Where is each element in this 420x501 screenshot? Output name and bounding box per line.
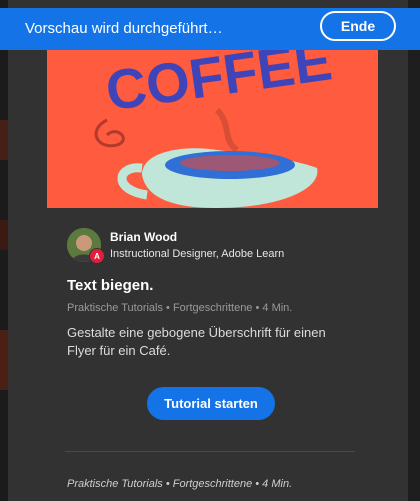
coffee-illustration: COFFEE: [47, 50, 378, 208]
tutorial-hero-image[interactable]: COFFEE: [47, 50, 378, 208]
end-preview-button[interactable]: Ende: [320, 11, 396, 41]
next-tutorial-meta: Praktische Tutorials • Fortgeschrittene …: [67, 478, 293, 490]
adobe-icon: A: [89, 248, 105, 264]
author-role: Instructional Designer, Adobe Learn: [110, 248, 285, 260]
tutorial-meta: Praktische Tutorials • Fortgeschrittene …: [67, 302, 293, 314]
author-name: Brian Wood: [110, 230, 178, 244]
start-tutorial-button[interactable]: Tutorial starten: [147, 387, 275, 420]
divider: [65, 451, 355, 452]
tutorial-description: Gestalte eine gebogene Überschrift für e…: [67, 325, 326, 358]
tutorial-title: Text biegen.: [67, 277, 154, 294]
preview-status-text: Vorschau wird durchgeführt…: [25, 20, 223, 37]
preview-banner: Vorschau wird durchgeführt… Ende: [0, 8, 420, 50]
right-background-strip: [408, 0, 420, 501]
left-background-strip: [0, 0, 8, 501]
